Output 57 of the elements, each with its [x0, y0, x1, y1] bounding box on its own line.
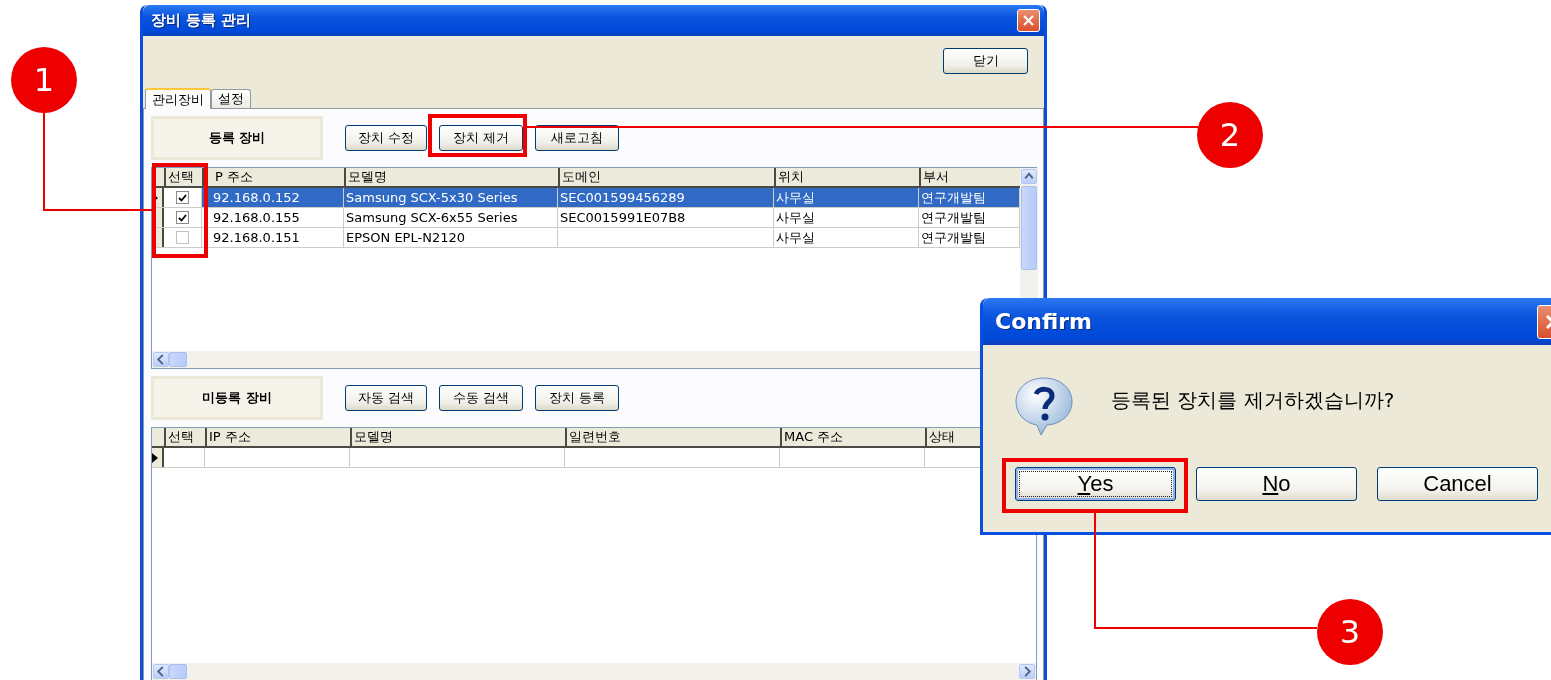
dialog-button[interactable]: No [1196, 467, 1357, 501]
toolbar-button[interactable]: 장치 수정 [345, 125, 427, 151]
question-bubble-icon [1013, 375, 1075, 437]
table-cell: 92.168.0.151 [202, 228, 344, 247]
scroll-thumb[interactable] [169, 352, 187, 367]
callout-marker: 1 [11, 47, 77, 113]
row-pointer-icon [152, 452, 158, 463]
toolbar-button[interactable]: 수동 검색 [439, 385, 523, 411]
column-header[interactable]: 도메인 [558, 168, 774, 186]
scroll-thumb[interactable] [169, 664, 187, 679]
tab[interactable]: 설정 [211, 89, 251, 108]
checkbox[interactable] [176, 231, 189, 244]
row-header[interactable] [152, 448, 164, 467]
toolbar-button[interactable]: 장치 제거 [439, 125, 523, 151]
toolbar-button[interactable]: 새로고침 [535, 125, 619, 151]
toolbar-button[interactable]: 자동 검색 [345, 385, 427, 411]
column-header[interactable]: IP 주소 [205, 428, 350, 446]
callout-marker: 3 [1317, 599, 1383, 665]
table-cell: SEC001599456289 [558, 188, 774, 207]
scroll-up-button[interactable] [1021, 169, 1037, 184]
scroll-thumb[interactable] [1021, 186, 1037, 270]
checkbox[interactable] [176, 191, 189, 204]
column-header[interactable]: MAC 주소 [780, 428, 925, 446]
table-cell: 92.168.0.152 [202, 188, 344, 207]
section-label: 미등록 장비 [151, 376, 323, 420]
column-header[interactable]: 선택 [164, 168, 202, 186]
column-header[interactable]: 일련번호 [565, 428, 780, 446]
dialog-message: 등록된 장치를 제거하겠습니까? [1111, 387, 1395, 414]
table-cell: Samsung SCX-5x30 Series [344, 188, 558, 207]
dialog-button[interactable]: Yes [1015, 467, 1176, 501]
section-label: 등록 장비 [151, 116, 323, 160]
horizontal-scrollbar[interactable] [152, 663, 1036, 680]
column-header[interactable]: 선택 [164, 428, 205, 446]
dialog-title: Confirm [995, 309, 1092, 334]
column-header[interactable]: 위치 [774, 168, 919, 186]
table-cell: 사무실 [774, 208, 919, 227]
column-header[interactable]: P 주소 [202, 168, 344, 186]
close-icon [1023, 15, 1034, 26]
toolbar-button[interactable]: 장치 등록 [535, 385, 619, 411]
window-title: 장비 등록 관리 [151, 11, 252, 30]
table-cell: EPSON EPL-N2120 [344, 228, 558, 247]
scroll-right-button[interactable] [1019, 664, 1035, 679]
checkbox[interactable] [176, 211, 189, 224]
table-cell: SEC0015991E07B8 [558, 208, 774, 227]
column-header[interactable]: 모델명 [344, 168, 558, 186]
table-cell: Samsung SCX-6x55 Series [344, 208, 558, 227]
scroll-left-button[interactable] [153, 352, 169, 367]
table-cell: 사무실 [774, 188, 919, 207]
dialog-button[interactable]: Cancel [1377, 467, 1538, 501]
column-header[interactable]: 모델명 [350, 428, 565, 446]
close-button[interactable] [1017, 9, 1040, 32]
callout-marker: 2 [1197, 102, 1263, 168]
table-cell: 92.168.0.155 [202, 208, 344, 227]
table-cell: 사무실 [774, 228, 919, 247]
scroll-left-button[interactable] [153, 664, 169, 679]
close-dialog-button[interactable]: 닫기 [943, 48, 1028, 74]
tab[interactable]: 관리장비 [145, 88, 211, 109]
